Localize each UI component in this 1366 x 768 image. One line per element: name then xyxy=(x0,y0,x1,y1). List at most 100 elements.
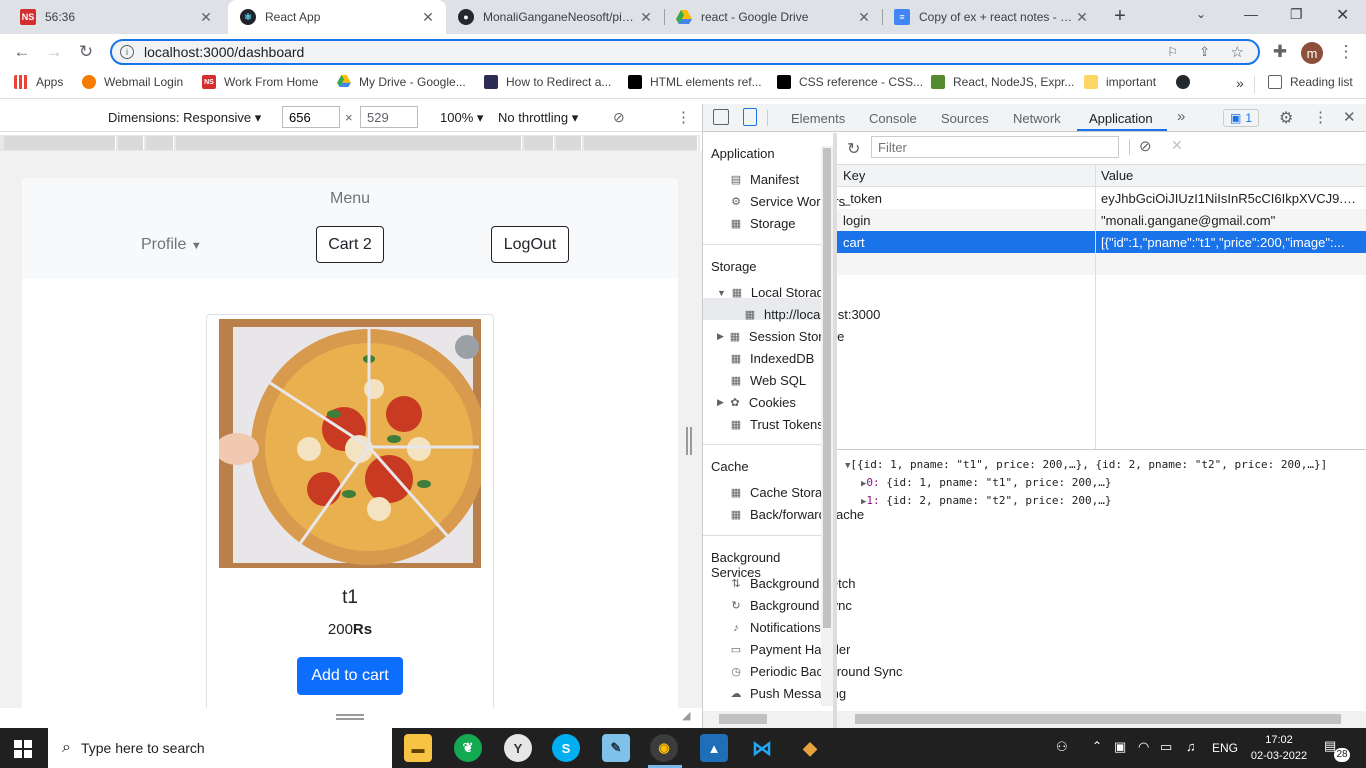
table-row-selected[interactable]: cart [{"id":1,"pname":"t1","price":200,"… xyxy=(837,231,1366,253)
width-input[interactable] xyxy=(282,106,340,128)
address-bar[interactable]: i localhost:3000/dashboard ⚐ ⇪ ☆ xyxy=(110,39,1260,65)
battery-icon[interactable]: ▭ xyxy=(1160,739,1172,755)
height-input[interactable] xyxy=(360,106,418,128)
chrome-icon[interactable]: ◉ xyxy=(650,734,678,762)
restore-icon[interactable]: ❐ xyxy=(1290,6,1303,23)
close-icon[interactable]: ✕ xyxy=(420,9,436,26)
sidebar-item-indexeddb[interactable]: ▦ IndexedDB xyxy=(729,351,815,366)
sidebar-scrollbar[interactable] xyxy=(821,146,833,706)
tab-github[interactable]: ● MonaliGanganeNeosoft/pizza ✕ xyxy=(446,0,664,34)
taskbar-search-box[interactable]: ⌕ Type here to search xyxy=(48,728,392,768)
bookmark-apps[interactable]: Apps xyxy=(14,75,63,89)
filter-input[interactable] xyxy=(871,136,1119,158)
key-column-header[interactable]: Key xyxy=(843,168,865,183)
media-query-ruler[interactable] xyxy=(0,135,700,151)
add-to-cart-button[interactable]: Add to cart xyxy=(297,657,403,695)
tab-sources[interactable]: Sources xyxy=(941,111,989,126)
scrollbar-thumb[interactable] xyxy=(719,714,767,724)
bookmark-webmail[interactable]: Webmail Login xyxy=(82,75,183,89)
minimize-icon[interactable]: — xyxy=(1244,6,1258,22)
bookmark-redirect[interactable]: How to Redirect a... xyxy=(484,75,611,89)
scrollbar-thumb[interactable] xyxy=(823,148,831,628)
tab-console[interactable]: Console xyxy=(869,111,917,126)
devtools-close-icon[interactable]: ✕ xyxy=(1343,108,1356,126)
forward-button[interactable]: → xyxy=(42,40,66,64)
delete-selected-icon[interactable]: ✕ xyxy=(1171,137,1183,154)
sidebar-item-manifest[interactable]: ▤ Manifest xyxy=(729,172,799,187)
settings-gear-icon[interactable]: ⚙ xyxy=(1279,108,1293,128)
mongodb-icon[interactable]: ❦ xyxy=(454,734,482,762)
inspect-element-icon[interactable] xyxy=(713,109,729,125)
sidebar-h-scrollbar[interactable] xyxy=(703,711,833,728)
tab-timer[interactable]: NS 56:36 ✕ xyxy=(8,0,224,34)
issues-badge[interactable]: ▣ 1 xyxy=(1223,109,1259,127)
close-icon[interactable]: ✕ xyxy=(1074,9,1090,26)
close-icon[interactable]: ✕ xyxy=(198,9,214,26)
rotate-icon[interactable]: ⊘ xyxy=(613,109,625,126)
chevron-up-icon[interactable]: ⌃ xyxy=(1092,739,1102,753)
column-divider[interactable] xyxy=(1095,165,1096,450)
tab-search-chevron-icon[interactable]: ⌄ xyxy=(1196,7,1206,21)
sidebar-item-storage[interactable]: ▦ Storage xyxy=(729,216,796,231)
app-icon[interactable]: Y xyxy=(504,734,532,762)
vscode-icon[interactable]: ⋈ xyxy=(748,734,776,762)
table-row[interactable]: login "monali.gangane@gmail.com" xyxy=(837,209,1366,231)
preview-item[interactable]: ▶0: {id: 1, pname: "t1", price: 200,…} xyxy=(861,476,1111,489)
cart-button[interactable]: Cart 2 xyxy=(316,226,384,263)
bookmark-github[interactable] xyxy=(1176,75,1198,89)
dimensions-select[interactable]: Dimensions: Responsive ▾ xyxy=(108,110,261,126)
bookmarks-more[interactable]: » xyxy=(1236,75,1244,91)
reading-list[interactable]: Reading list xyxy=(1268,75,1353,89)
more-options-icon[interactable]: ⋮ xyxy=(676,108,691,126)
notepad-icon[interactable]: ✎ xyxy=(602,734,630,762)
devtools-menu-icon[interactable]: ⋮ xyxy=(1313,108,1328,126)
tab-react-app[interactable]: ⚛ React App ✕ xyxy=(228,0,446,34)
table-h-scrollbar[interactable] xyxy=(837,711,1366,728)
skype-icon[interactable]: S xyxy=(552,734,580,762)
resize-handle-right[interactable] xyxy=(686,427,692,455)
bookmark-important[interactable]: important xyxy=(1084,75,1156,89)
bookmark-html-elements[interactable]: HTML elements ref... xyxy=(628,75,762,89)
preview-root[interactable]: ▼[{id: 1, pname: "t1", price: 200,…}, {i… xyxy=(845,458,1327,471)
bookmark-react-nodejs[interactable]: React, NodeJS, Expr... xyxy=(931,75,1074,89)
wifi-icon[interactable]: ◠ xyxy=(1138,739,1149,755)
language-indicator[interactable]: ENG xyxy=(1212,741,1238,755)
bookmark-my-drive[interactable]: My Drive - Google... xyxy=(337,75,466,89)
extensions-button[interactable]: ✚ xyxy=(1268,40,1292,64)
preview-item[interactable]: ▶1: {id: 2, pname: "t2", price: 200,…} xyxy=(861,494,1111,507)
git-icon[interactable]: ◆ xyxy=(796,734,824,762)
volume-icon[interactable]: ♫ xyxy=(1186,739,1196,754)
tab-network[interactable]: Network xyxy=(1013,111,1061,126)
windows-start-icon[interactable] xyxy=(14,740,32,758)
bookmark-css-reference[interactable]: CSS reference - CSS... xyxy=(777,75,923,89)
tab-elements[interactable]: Elements xyxy=(791,111,845,126)
resize-corner-icon[interactable]: ◢ xyxy=(682,709,690,722)
photos-icon[interactable]: ▲ xyxy=(700,734,728,762)
sidebar-item-notifications[interactable]: ♪ Notifications xyxy=(729,620,821,635)
scrollbar-thumb[interactable] xyxy=(855,714,1341,724)
resize-handle-bottom[interactable] xyxy=(336,714,364,720)
share-icon[interactable]: ⇪ xyxy=(1199,44,1210,60)
sidebar-item-trust-tokens[interactable]: ▦ Trust Tokens xyxy=(729,417,824,432)
reload-button[interactable]: ↻ xyxy=(74,40,98,64)
profile-dropdown[interactable]: Profile ▼ xyxy=(141,236,202,254)
translate-icon[interactable]: ⚐ xyxy=(1167,45,1178,59)
clear-all-icon[interactable]: ⊘ xyxy=(1139,137,1152,155)
network-icon[interactable]: ▣ xyxy=(1114,739,1126,755)
device-toggle-icon[interactable] xyxy=(743,108,757,126)
new-tab-button[interactable]: + xyxy=(1108,5,1132,29)
zoom-select[interactable]: 100% ▾ xyxy=(440,110,483,126)
file-explorer-icon[interactable]: ▬ xyxy=(404,734,432,762)
close-icon[interactable]: ✕ xyxy=(856,9,872,26)
sidebar-item-cookies[interactable]: ▶ ✿ Cookies xyxy=(717,395,796,410)
tab-google-drive[interactable]: react - Google Drive ✕ xyxy=(664,0,882,34)
back-button[interactable]: ← xyxy=(10,40,34,64)
close-icon[interactable]: ✕ xyxy=(638,9,654,26)
bookmark-star-icon[interactable]: ☆ xyxy=(1231,43,1244,61)
info-icon[interactable]: i xyxy=(120,45,134,59)
more-tabs[interactable]: » xyxy=(1177,108,1185,125)
clock[interactable]: 17:02 02-03-2022 xyxy=(1249,732,1309,764)
sidebar-item-web-sql[interactable]: ▦ Web SQL xyxy=(729,373,806,388)
value-column-header[interactable]: Value xyxy=(1101,168,1363,183)
refresh-icon[interactable]: ↻ xyxy=(847,139,860,159)
